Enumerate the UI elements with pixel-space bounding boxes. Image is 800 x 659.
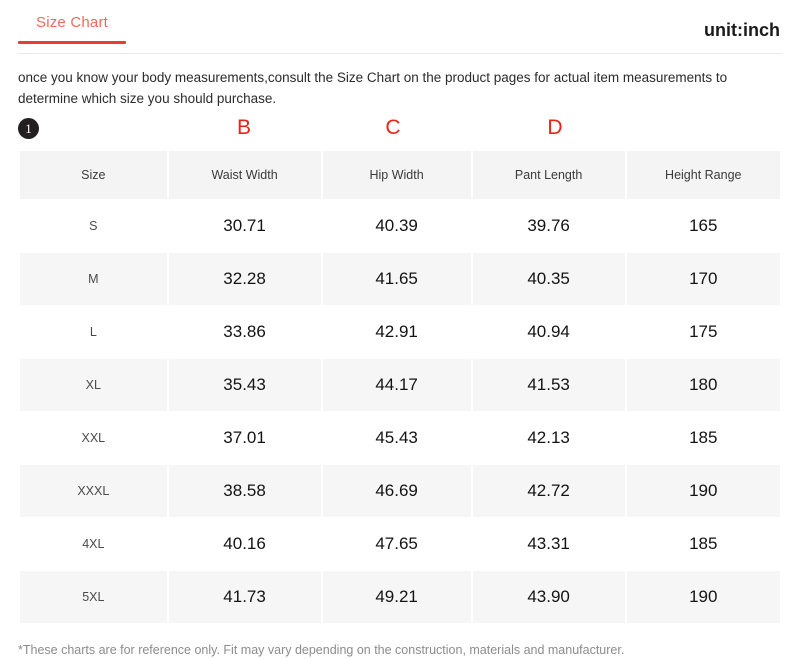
measurement-cell: 39.76 xyxy=(472,199,625,252)
column-header-size: Size xyxy=(20,150,167,199)
measurement-cell: 45.43 xyxy=(322,411,471,464)
table-head: Size Waist Width Hip Width Pant Length Heigh… xyxy=(20,150,780,199)
tab-size-chart-label: Size Chart xyxy=(36,14,109,31)
measurement-cell: 40.39 xyxy=(322,199,471,252)
size-label-cell: XL xyxy=(20,358,167,411)
topbar: Size Chart unit:inch xyxy=(18,0,782,54)
measurement-cell: 180 xyxy=(626,358,780,411)
footnote: *These charts are for reference only. Fi… xyxy=(18,642,625,657)
measurement-cell: 40.35 xyxy=(472,252,625,305)
callout-letter-c: C xyxy=(385,115,401,139)
measurement-cell: 42.91 xyxy=(322,305,471,358)
measurement-cell: 37.01 xyxy=(168,411,321,464)
table-row: 4XL 40.16 47.65 43.31 185 xyxy=(20,517,780,570)
intro-paragraph: once you know your body measurements,con… xyxy=(18,70,728,106)
table-row: M 32.28 41.65 40.35 170 xyxy=(20,252,780,305)
unit-label: unit:inch xyxy=(704,20,780,40)
measurement-cell: 43.31 xyxy=(472,517,625,570)
measurement-cell: 41.53 xyxy=(472,358,625,411)
measurement-cell: 40.94 xyxy=(472,305,625,358)
measurement-cell: 30.71 xyxy=(168,199,321,252)
callout-strip: 1 B C D xyxy=(18,116,782,150)
table-header-row: Size Waist Width Hip Width Pant Length Heigh… xyxy=(20,150,780,199)
table-row: XXXL 38.58 46.69 42.72 190 xyxy=(20,464,780,517)
size-chart-table: Size Waist Width Hip Width Pant Length Heigh… xyxy=(18,150,782,624)
size-label-cell: S xyxy=(20,199,167,252)
column-header-height-range: Height Range xyxy=(626,150,780,199)
table-row: 5XL 41.73 49.21 43.90 190 xyxy=(20,570,780,623)
measurement-cell: 190 xyxy=(626,570,780,623)
size-label-cell: XXXL xyxy=(20,464,167,517)
measurement-cell: 185 xyxy=(626,517,780,570)
table-body: S 30.71 40.39 39.76 165 M 32.28 41.65 40.35 170 L 3… xyxy=(20,199,780,623)
measurement-cell: 170 xyxy=(626,252,780,305)
measurement-cell: 40.16 xyxy=(168,517,321,570)
measurement-cell: 43.90 xyxy=(472,570,625,623)
measurement-cell: 33.86 xyxy=(168,305,321,358)
measurement-cell: 190 xyxy=(626,464,780,517)
callout-letter-d: D xyxy=(547,115,563,139)
measurement-cell: 46.69 xyxy=(322,464,471,517)
measurement-cell: 41.73 xyxy=(168,570,321,623)
measurement-cell: 49.21 xyxy=(322,570,471,623)
step-badge-1: 1 xyxy=(18,117,39,139)
callout-letter-b: B xyxy=(236,115,252,139)
size-chart-page: Size Chart unit:inch once you know your … xyxy=(0,0,800,657)
table-row: L 33.86 42.91 40.94 175 xyxy=(20,305,780,358)
tab-size-chart[interactable]: Size Chart xyxy=(18,14,127,44)
column-header-waist-width: Waist Width xyxy=(168,150,321,199)
measurement-cell: 42.13 xyxy=(472,411,625,464)
size-label-cell: L xyxy=(20,305,167,358)
measurement-cell: 38.58 xyxy=(168,464,321,517)
size-label-cell: 4XL xyxy=(20,517,167,570)
column-header-hip-width: Hip Width xyxy=(322,150,471,199)
table-row: S 30.71 40.39 39.76 165 xyxy=(20,199,780,252)
measurement-cell: 41.65 xyxy=(322,252,471,305)
measurement-cell: 47.65 xyxy=(322,517,471,570)
size-label-cell: M xyxy=(20,252,167,305)
size-label-cell: 5XL xyxy=(20,570,167,623)
measurement-cell: 175 xyxy=(626,305,780,358)
measurement-cell: 185 xyxy=(626,411,780,464)
measurement-cell: 165 xyxy=(626,199,780,252)
measurement-cell: 35.43 xyxy=(168,358,321,411)
measurement-cell: 42.72 xyxy=(472,464,625,517)
column-header-pant-length: Pant Length xyxy=(472,150,625,199)
measurement-cell: 44.17 xyxy=(322,358,471,411)
table-row: XXL 37.01 45.43 42.13 185 xyxy=(20,411,780,464)
size-label-cell: XXL xyxy=(20,411,167,464)
measurement-cell: 32.28 xyxy=(168,252,321,305)
table-row: XL 35.43 44.17 41.53 180 xyxy=(20,358,780,411)
